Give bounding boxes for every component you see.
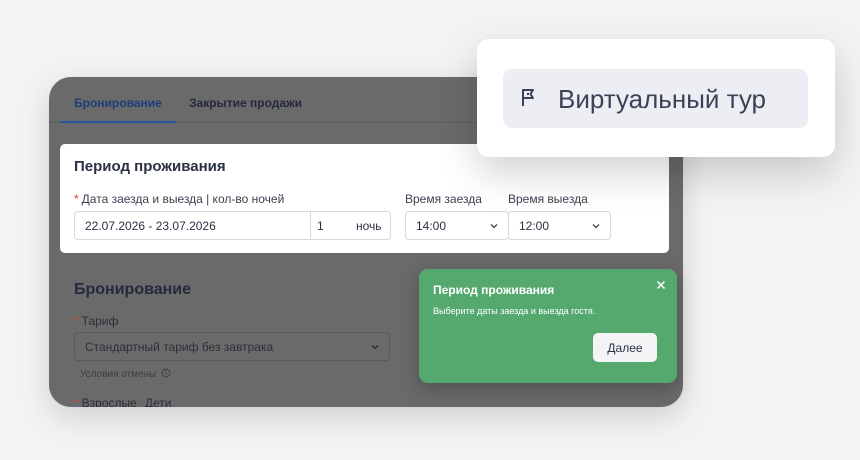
chevron-down-icon: [371, 345, 379, 350]
virtual-tour-button[interactable]: Виртуальный тур: [503, 69, 808, 128]
checkout-value: 12:00: [519, 219, 550, 233]
cancel-conditions-link[interactable]: Условия отмены: [80, 368, 171, 380]
dates-label: * Дата заезда и выезда | кол-во ночей: [74, 192, 284, 206]
dates-value: 22.07.2026 - 23.07.2026: [85, 219, 216, 233]
required-marker: *: [74, 396, 79, 407]
chevron-down-icon: [592, 224, 600, 229]
onboarding-tooltip: Период проживания Выберите даты заезда и…: [419, 269, 677, 383]
tab-booking[interactable]: Бронирование: [74, 96, 162, 110]
virtual-tour-label: Виртуальный тур: [558, 84, 766, 114]
nights-value: 1: [317, 219, 324, 233]
children-label: Дети: [144, 396, 172, 407]
field-divider: [310, 212, 311, 239]
next-button[interactable]: Далее: [593, 333, 657, 362]
info-icon: [161, 368, 171, 378]
stay-period-title: Период проживания: [74, 158, 226, 175]
adults-label: Взрослые: [81, 396, 137, 407]
cancel-conditions-text: Условия отмены: [80, 369, 157, 380]
guests-label: * Взрослые Дети: [74, 396, 171, 407]
stay-period-card: Период проживания * Дата заезда и выезда …: [60, 144, 669, 253]
booking-section-title: Бронирование: [74, 281, 192, 298]
tooltip-title: Период проживания: [433, 283, 555, 297]
dates-label-text: Дата заезда и выезда | кол-во ночей: [81, 192, 285, 206]
tab-close-sale[interactable]: Закрытие продажи: [189, 96, 302, 110]
required-marker: *: [74, 314, 79, 328]
checkout-label: Время выезда: [508, 192, 588, 206]
close-icon[interactable]: [654, 278, 668, 292]
tariff-label-text: Тариф: [81, 314, 119, 328]
tooltip-text: Выберите даты заезда и выезда гостя.: [433, 306, 596, 316]
flag-icon: [522, 89, 534, 106]
tariff-value: Стандартный тариф без завтрака: [85, 340, 274, 354]
nights-unit: ночь: [356, 219, 382, 233]
virtual-tour-card: Виртуальный тур: [477, 39, 835, 157]
tariff-label: * Тариф: [74, 314, 118, 328]
dates-field[interactable]: 22.07.2026 - 23.07.2026 1 ночь: [74, 211, 391, 240]
chevron-down-icon: [490, 224, 498, 229]
tariff-select[interactable]: Стандартный тариф без завтрака: [74, 332, 390, 361]
checkin-select[interactable]: 14:00: [405, 211, 509, 240]
checkin-label: Время заезда: [405, 192, 482, 206]
checkin-value: 14:00: [416, 219, 447, 233]
checkout-select[interactable]: 12:00: [508, 211, 611, 240]
active-tab-indicator: [60, 121, 176, 123]
required-marker: *: [74, 192, 79, 206]
